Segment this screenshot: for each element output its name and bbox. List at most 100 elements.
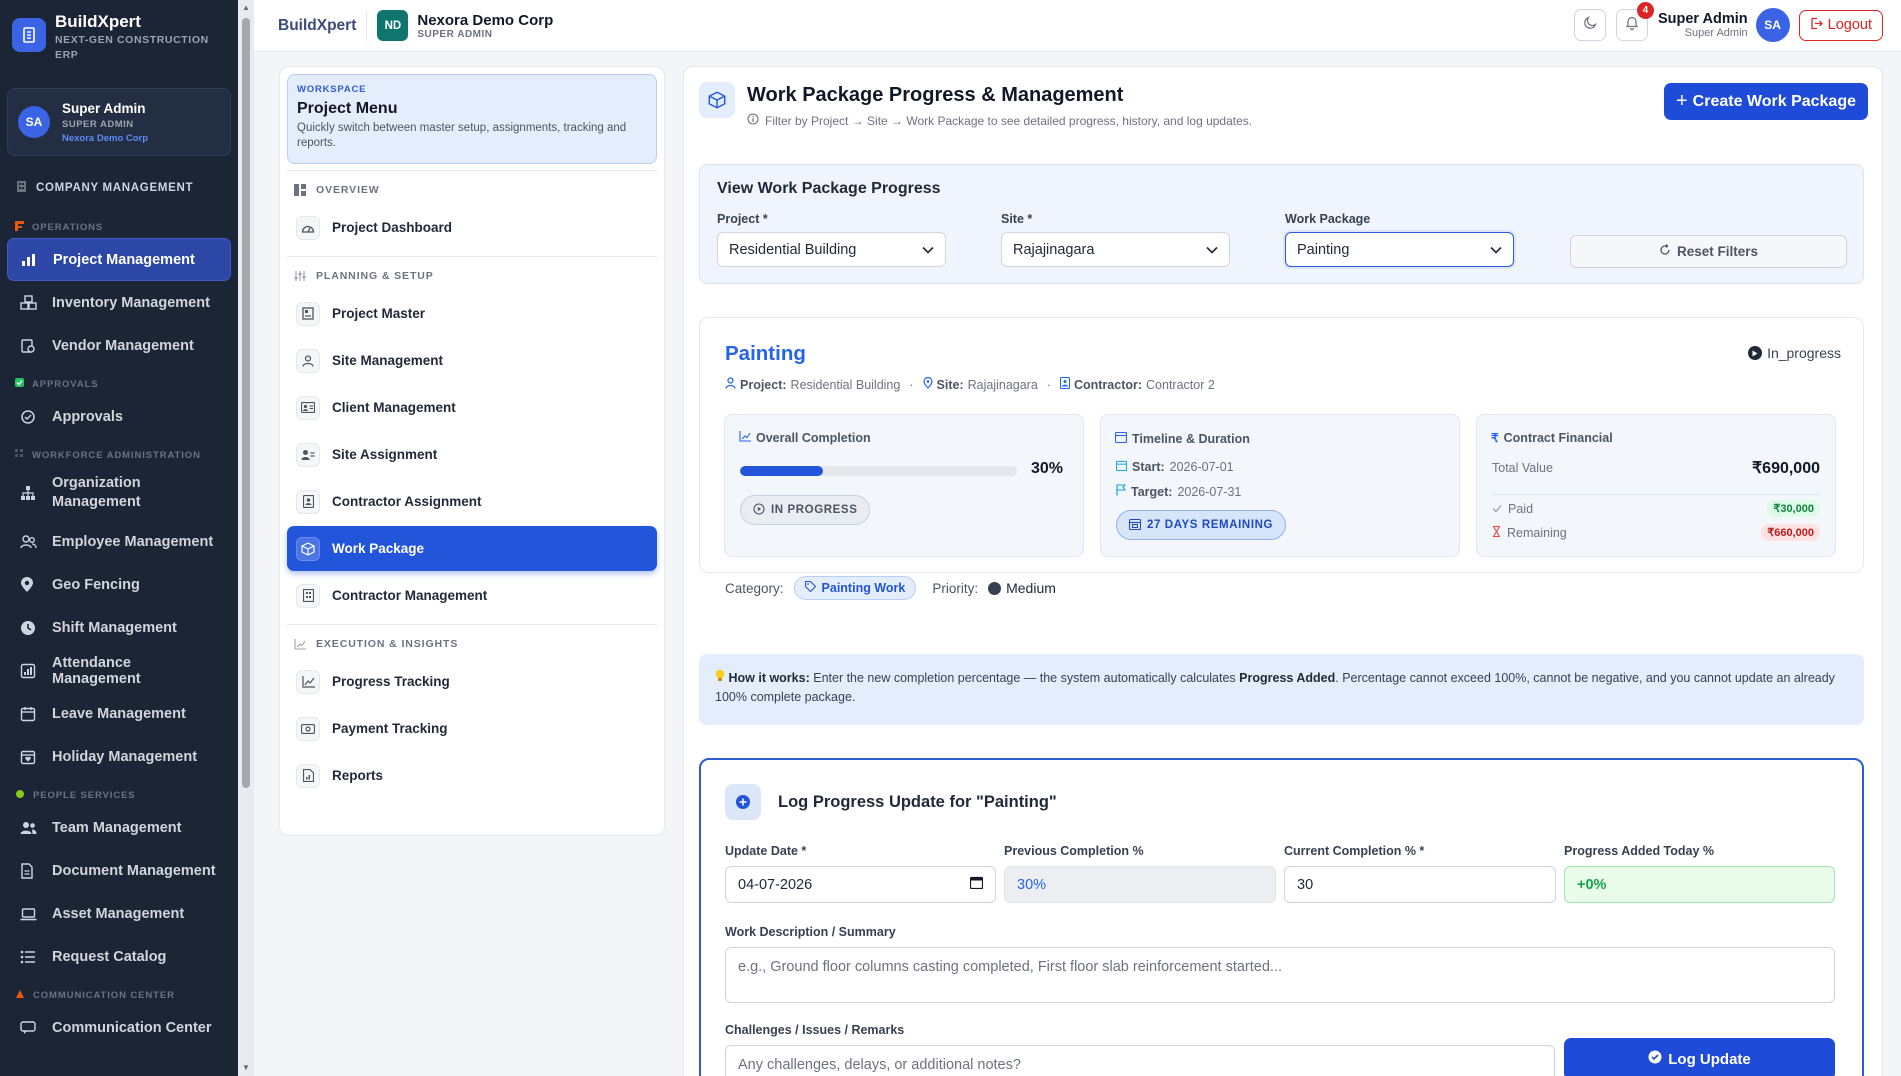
progress-added-field: Progress Added Today % +0% bbox=[1564, 844, 1835, 903]
attendance-chart-icon bbox=[20, 663, 40, 679]
menu-section-execution: EXECUTION & INSIGHTS bbox=[287, 631, 657, 657]
chart-icon bbox=[21, 253, 41, 267]
topbar: BuildXpert ND Nexora Demo Corp SUPER ADM… bbox=[254, 0, 1901, 52]
overall-completion-card: Overall Completion 30% IN PROGRESS bbox=[724, 414, 1084, 557]
logout-button[interactable]: Logout bbox=[1798, 9, 1883, 41]
sidebar-item-vendor-management[interactable]: Vendor Management bbox=[7, 324, 231, 367]
timeline-card: Timeline & Duration Start: 2026-07-01 Tar… bbox=[1100, 414, 1460, 557]
theme-toggle-button[interactable] bbox=[1573, 9, 1606, 41]
sidebar-item-holiday-management[interactable]: Holiday Management bbox=[7, 735, 231, 778]
trend-icon bbox=[294, 638, 306, 650]
team-icon bbox=[20, 821, 40, 835]
menu-item-payment-tracking[interactable]: Payment Tracking bbox=[287, 706, 657, 751]
check-circle-icon bbox=[20, 409, 40, 425]
grid-icon bbox=[294, 184, 306, 196]
project-select[interactable]: Residential Building bbox=[717, 232, 946, 267]
avatar[interactable]: SA bbox=[1755, 8, 1790, 42]
org-chart-icon bbox=[20, 485, 40, 501]
sidebar-item-company-management[interactable]: COMPANY MANAGEMENT bbox=[0, 166, 238, 210]
sidebar-item-project-management[interactable]: Project Management bbox=[7, 238, 231, 281]
sidebar-item-organization-management[interactable]: Organization Management bbox=[7, 466, 231, 520]
menu-item-contractor-assignment[interactable]: Contractor Assignment bbox=[287, 479, 657, 524]
sidebar-item-shift-management[interactable]: Shift Management bbox=[7, 606, 231, 649]
user-assign-icon bbox=[296, 442, 320, 467]
bell-icon bbox=[1625, 15, 1639, 35]
menu-item-project-master[interactable]: Project Master bbox=[287, 291, 657, 336]
menu-item-work-package[interactable]: Work Package bbox=[287, 526, 657, 571]
calendar-check-icon bbox=[1128, 518, 1147, 533]
reset-filters-button[interactable]: Reset Filters bbox=[1570, 235, 1847, 268]
sidebar-item-request-catalog[interactable]: Request Catalog bbox=[7, 935, 231, 978]
report-icon bbox=[296, 763, 320, 788]
topbar-user[interactable]: Super Admin Super Admin bbox=[1658, 11, 1748, 39]
play-icon bbox=[1748, 346, 1763, 360]
moon-icon bbox=[1583, 15, 1597, 35]
filter-panel: View Work Package Progress Project * Res… bbox=[699, 164, 1864, 284]
check-icon bbox=[1492, 502, 1508, 516]
menu-item-contractor-management[interactable]: Contractor Management bbox=[287, 573, 657, 618]
sidebar-item-employee-management[interactable]: Employee Management bbox=[7, 520, 231, 563]
lightbulb-icon bbox=[715, 669, 725, 685]
scroll-down-icon[interactable]: ▼ bbox=[240, 1062, 252, 1074]
sidebar-item-approvals[interactable]: Approvals bbox=[7, 395, 231, 438]
sidebar: BuildXpert NEXT-GEN CONSTRUCTION ERP SA S… bbox=[0, 0, 238, 1076]
page-title: Work Package Progress & Management bbox=[747, 84, 1124, 106]
log-progress-form: Log Progress Update for "Painting" Updat… bbox=[699, 758, 1864, 1076]
remaining-row: Remaining ₹660,000 bbox=[1492, 524, 1820, 541]
work-package-select[interactable]: Painting bbox=[1285, 232, 1514, 267]
chevron-down-icon bbox=[1490, 242, 1502, 258]
sidebar-item-attendance-management[interactable]: Attendance Management bbox=[7, 649, 231, 692]
current-completion-input[interactable]: 30 bbox=[1284, 866, 1556, 903]
menu-item-client-management[interactable]: Client Management bbox=[287, 385, 657, 430]
list-icon bbox=[20, 950, 40, 964]
menu-item-progress-tracking[interactable]: Progress Tracking bbox=[287, 659, 657, 704]
sidebar-item-document-management[interactable]: Document Management bbox=[7, 849, 231, 892]
scroll-up-icon[interactable]: ▲ bbox=[240, 2, 252, 14]
sidebar-item-team-management[interactable]: Team Management bbox=[7, 806, 231, 849]
menu-item-site-management[interactable]: Site Management bbox=[287, 338, 657, 383]
sidebar-item-geo-fencing[interactable]: Geo Fencing bbox=[7, 563, 231, 606]
main-content-card: Work Package Progress & Management Filte… bbox=[683, 66, 1883, 1076]
user-icon bbox=[725, 377, 740, 392]
menu-item-site-assignment[interactable]: Site Assignment bbox=[287, 432, 657, 477]
contract-financial-card: ₹ Contract Financial Total Value ₹690,00… bbox=[1476, 414, 1836, 557]
menu-section-overview: OVERVIEW bbox=[287, 177, 657, 203]
log-update-button[interactable]: Log Update bbox=[1564, 1038, 1835, 1076]
page-subtitle: Filter by Project → Site → Work Package … bbox=[747, 113, 1252, 128]
scrollbar-thumb[interactable] bbox=[242, 18, 250, 788]
org-name: Nexora Demo Corp bbox=[417, 11, 554, 29]
people-section-icon bbox=[15, 789, 25, 802]
project-menu-description: Quickly switch between master setup, ass… bbox=[297, 122, 627, 149]
work-package-meta: Project: Residential Building · Site: Raja… bbox=[725, 376, 1215, 392]
calendar-icon bbox=[1114, 431, 1132, 446]
create-work-package-button[interactable]: + Create Work Package bbox=[1663, 83, 1868, 120]
sidebar-user-card[interactable]: SA Super Admin SUPER ADMIN Nexora Demo C… bbox=[7, 88, 231, 156]
challenges-textarea[interactable]: Any challenges, delays, or additional no… bbox=[725, 1045, 1555, 1076]
sidebar-item-inventory-management[interactable]: Inventory Management bbox=[7, 281, 231, 324]
menu-item-reports[interactable]: Reports bbox=[287, 753, 657, 798]
menu-item-project-dashboard[interactable]: Project Dashboard bbox=[287, 205, 657, 250]
calendar-icon[interactable] bbox=[969, 876, 984, 893]
calendar-icon bbox=[1115, 460, 1132, 474]
sidebar-item-asset-management[interactable]: Asset Management bbox=[7, 892, 231, 935]
calendar-heart-icon bbox=[20, 749, 40, 765]
work-package-name: Painting bbox=[725, 342, 806, 365]
section-operations: OPERATIONS bbox=[0, 216, 238, 238]
logout-icon bbox=[1810, 17, 1828, 34]
topbar-brand[interactable]: BuildXpert bbox=[278, 17, 356, 35]
sidebar-item-communication-center[interactable]: Communication Center bbox=[7, 1006, 231, 1049]
target-date: Target: 2026-07-31 bbox=[1116, 484, 1241, 499]
project-label: Project * bbox=[717, 212, 768, 226]
workspace-card: WORKSPACE Project Menu Quickly switch be… bbox=[287, 74, 657, 164]
update-date-input[interactable]: 04-07-2026 bbox=[725, 866, 996, 903]
work-package-filter: Work Package Painting bbox=[1285, 212, 1514, 267]
sidebar-item-leave-management[interactable]: Leave Management bbox=[7, 692, 231, 735]
work-description-textarea[interactable]: e.g., Ground floor columns casting compl… bbox=[725, 947, 1835, 1003]
notifications-button[interactable]: 4 bbox=[1615, 2, 1654, 41]
how-it-works-info: How it works: Enter the new completion p… bbox=[699, 654, 1864, 725]
site-select[interactable]: Rajajinagara bbox=[1001, 232, 1230, 267]
brand-subtitle: NEXT-GEN CONSTRUCTION ERP bbox=[55, 34, 209, 61]
clock-icon bbox=[20, 620, 40, 636]
communication-section-icon bbox=[15, 989, 25, 1002]
user-icon bbox=[296, 348, 320, 373]
